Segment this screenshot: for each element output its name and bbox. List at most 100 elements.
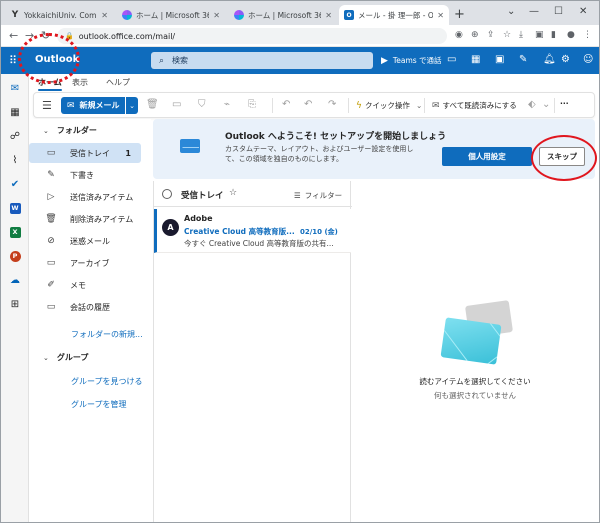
outlook-icon: O: [344, 10, 354, 20]
calendar-icon[interactable]: ▦: [9, 106, 21, 118]
sidebar-icon[interactable]: ▣: [535, 30, 544, 40]
filter-button[interactable]: ☰ フィルター: [294, 190, 342, 201]
hamburger-icon[interactable]: ☰: [42, 99, 52, 112]
tab-view[interactable]: 表示: [72, 77, 88, 88]
people-icon[interactable]: ☍: [9, 130, 21, 142]
close-window-icon[interactable]: ✕: [579, 6, 587, 17]
word-icon[interactable]: ▣: [495, 54, 504, 65]
select-all-checkbox[interactable]: [162, 189, 172, 199]
new-folder-link[interactable]: フォルダーの新規...: [71, 329, 143, 340]
browser-tab-strip: Y YokkaichiUniv. Compute ✕ ホーム | Microso…: [1, 1, 599, 25]
folder-item-archive[interactable]: ▭ アーカイブ: [29, 253, 141, 273]
share-icon[interactable]: ⇪: [487, 30, 495, 40]
folder-item-drafts[interactable]: ✎ 下書き: [29, 165, 141, 185]
star-icon[interactable]: ☆: [503, 30, 511, 40]
tab-help[interactable]: ヘルプ: [106, 77, 130, 88]
command-toolbar: ☰ ✉ 新規メール ⌄ 🗑︎ ▭ ⛉ ⌁ ⎘ ↶ ↶ ↷ ϟ クイック操作 ⌄ …: [33, 92, 595, 118]
setup-banner: Outlook へようこそ! セットアップを開始しましょう カスタムテーマ、レイ…: [153, 119, 595, 179]
tag-icon[interactable]: ⬖: [528, 99, 536, 110]
chevron-down-icon[interactable]: ⌄: [507, 6, 515, 17]
envelope-icon: [180, 139, 200, 153]
manage-groups-link[interactable]: グループを管理: [71, 399, 127, 410]
folder-item-sent[interactable]: ▷ 送信済みアイテム: [29, 187, 141, 207]
banner-title: Outlook へようこそ! セットアップを開始しましょう: [225, 132, 447, 142]
minimize-icon[interactable]: —: [529, 6, 539, 17]
message-row[interactable]: A Adobe Creative Cloud 高等教育版... 02/10 (金…: [154, 209, 351, 253]
archive-icon[interactable]: ▭: [172, 99, 181, 110]
reply-icon[interactable]: ↶: [282, 99, 290, 110]
tab-title: ホーム | Microsoft 365: [136, 10, 210, 20]
bell-icon[interactable]: 🔔︎: [543, 54, 556, 65]
back-arrow-icon[interactable]: ←: [9, 29, 18, 42]
feedback-icon[interactable]: ✎: [519, 54, 527, 65]
star-icon[interactable]: ☆: [229, 188, 237, 198]
chevron-down-icon[interactable]: ⌄: [542, 99, 550, 110]
groups-section-header[interactable]: ⌄ グループ: [43, 352, 88, 363]
person-icon[interactable]: ☺: [583, 54, 593, 65]
message-list-header: 受信トレイ ☆ ☰ フィルター: [154, 181, 352, 207]
filter-icon: ☰: [294, 191, 301, 200]
folder-label: 削除済みアイテム: [70, 214, 134, 224]
personalize-button[interactable]: 個人用設定: [442, 147, 532, 166]
address-bar[interactable]: 🔒 outlook.office.com/mail/: [57, 28, 447, 44]
new-tab-button[interactable]: +: [454, 7, 465, 22]
junk-icon: ⊘: [47, 236, 55, 246]
report-icon[interactable]: ⛉: [198, 99, 206, 110]
mark-all-read-button[interactable]: ✉ すべて既読済みにする: [432, 100, 517, 111]
download-icon[interactable]: ⤓: [519, 30, 523, 40]
folder-item-junk[interactable]: ⊘ 迷惑メール: [29, 231, 141, 251]
chevron-down-icon: ⌄: [43, 353, 49, 362]
folder-item-deleted[interactable]: 🗑︎ 削除済みアイテム: [29, 209, 141, 229]
app-rail: ✉ ▦ ☍ ⌇ ✔ W X P ☁ ⊞: [1, 74, 29, 522]
browser-tab-3[interactable]: O メール - 掛 理一郎 - Outl ✕: [339, 5, 449, 25]
close-icon[interactable]: ✕: [213, 11, 220, 20]
office-icon[interactable]: ▦: [471, 54, 480, 65]
message-preview: 今すぐ Creative Cloud 高等教育版の共有...: [184, 239, 334, 248]
eye-icon[interactable]: ◉: [455, 30, 463, 40]
profile-icon[interactable]: ●: [567, 30, 575, 40]
find-groups-link[interactable]: グループを見つける: [71, 376, 143, 387]
folder-item-inbox[interactable]: ▭ 受信トレイ 1: [29, 143, 141, 163]
zoom-icon[interactable]: ⊕: [471, 30, 479, 40]
message-date: 02/10 (金): [300, 228, 338, 236]
move-icon[interactable]: ⎘: [248, 99, 256, 110]
more-options-button[interactable]: ···: [560, 99, 569, 108]
url-text: outlook.office.com/mail/: [78, 31, 176, 41]
search-box[interactable]: ⌕ 検索: [151, 52, 373, 69]
close-icon[interactable]: ✕: [101, 11, 108, 20]
excel-app-icon[interactable]: X: [9, 226, 21, 238]
gear-icon[interactable]: ⚙: [561, 54, 570, 65]
avatar: A: [162, 219, 179, 236]
more-apps-icon[interactable]: ⊞: [9, 298, 21, 310]
browser-tab-0[interactable]: Y YokkaichiUniv. Compute ✕: [5, 5, 113, 25]
folder-item-history[interactable]: ▭ 会話の履歴: [29, 297, 141, 317]
chat-icon[interactable]: ▭: [447, 54, 456, 65]
teams-call-button[interactable]: ▶ Teams で通話: [381, 55, 442, 66]
attach-icon[interactable]: ⌇: [9, 154, 21, 166]
folders-section-header[interactable]: ⌄ フォルダー: [43, 125, 97, 136]
onedrive-icon[interactable]: ☁: [9, 274, 21, 286]
new-mail-dropdown[interactable]: ⌄: [126, 97, 138, 114]
todo-check-icon[interactable]: ✔: [9, 178, 21, 190]
quick-steps-button[interactable]: ϟ クイック操作 ⌄: [356, 100, 422, 111]
delete-icon[interactable]: 🗑︎: [146, 99, 159, 110]
message-list: 受信トレイ ☆ ☰ フィルター A Adobe Creative Cloud 高…: [153, 181, 352, 522]
close-icon[interactable]: ✕: [437, 11, 444, 20]
menu-dots-icon[interactable]: ⋮: [583, 30, 592, 40]
reply-all-icon[interactable]: ↶: [304, 99, 312, 110]
maximize-icon[interactable]: ☐: [554, 6, 563, 17]
sweep-icon[interactable]: ⌁: [224, 99, 230, 110]
powerpoint-app-icon[interactable]: P: [9, 250, 21, 262]
forward-icon[interactable]: ↷: [328, 99, 336, 110]
app-launcher-icon[interactable]: ⠿: [9, 54, 17, 67]
word-app-icon[interactable]: W: [9, 202, 21, 214]
lightning-icon: ϟ: [356, 100, 362, 111]
tab-title: YokkaichiUniv. Compute: [24, 10, 97, 20]
new-mail-button[interactable]: ✉ 新規メール: [61, 97, 125, 114]
browser-tab-1[interactable]: ホーム | Microsoft 365 ✕: [117, 5, 225, 25]
browser-tab-2[interactable]: ホーム | Microsoft 365 ✕: [229, 5, 337, 25]
folder-item-notes[interactable]: ✐ メモ: [29, 275, 141, 295]
close-icon[interactable]: ✕: [325, 11, 332, 20]
mail-icon[interactable]: ✉: [9, 82, 21, 94]
extension-icon[interactable]: ▮: [551, 30, 556, 40]
